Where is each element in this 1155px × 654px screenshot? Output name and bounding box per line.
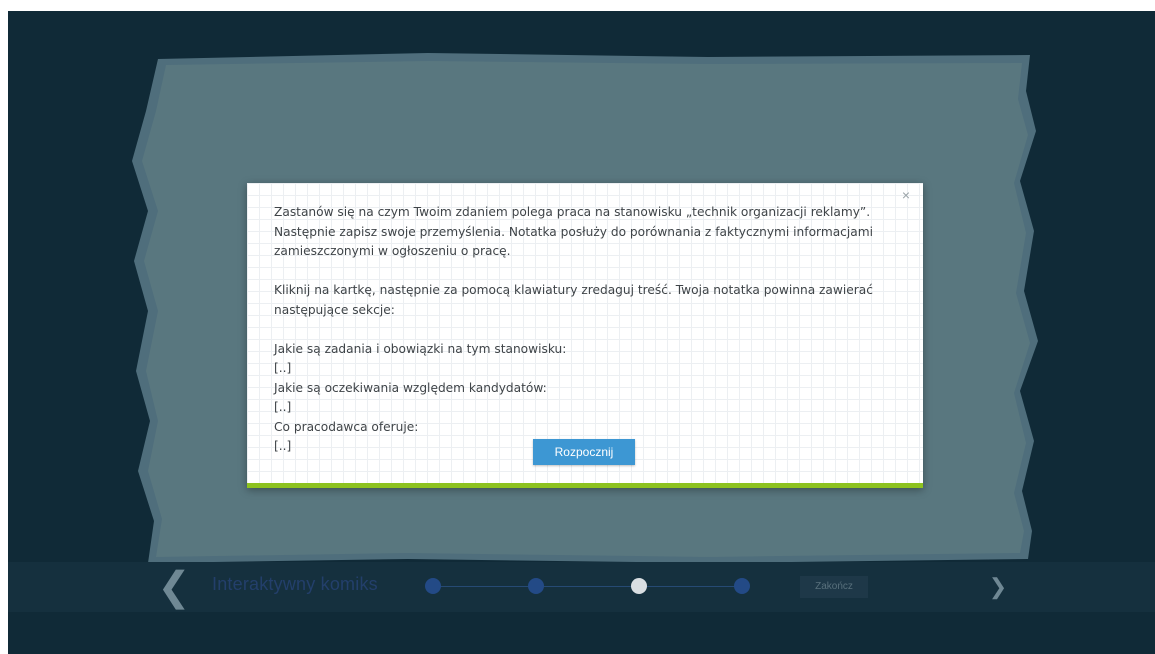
comic-title: Interaktywny komiks <box>212 574 378 594</box>
start-button[interactable]: Rozpocznij <box>533 439 635 465</box>
instruction-modal: × Zastanów się na czym Twoim zdaniem pol… <box>247 183 923 488</box>
bottom-navigation-bar: ❮ Interaktywny komiks Zakończ ❯ <box>8 562 1155 612</box>
close-icon[interactable]: × <box>899 187 913 203</box>
instruction-line: Kliknij na kartkę, następnie za pomocą k… <box>274 283 873 297</box>
section-placeholder: [..] <box>274 400 292 414</box>
progress-step-4[interactable] <box>734 578 750 594</box>
intro-line: Następnie zapisz swoje przemyślenia. Not… <box>274 224 873 239</box>
chevron-left-icon[interactable]: ❮ <box>156 567 192 607</box>
section-placeholder: [..] <box>274 361 292 375</box>
progress-step-1[interactable] <box>425 578 441 594</box>
section-label: Co pracodawca oferuje: <box>274 419 419 434</box>
intro-line: zamieszczonymi w ogłoszeniu o pracę. <box>274 244 511 258</box>
section-label: Jakie są oczekiwania względem kandydatów… <box>274 380 547 395</box>
progress-step-3-current[interactable] <box>631 578 647 594</box>
section-label: Jakie są zadania i obowiązki na tym stan… <box>274 341 567 356</box>
modal-content: Zastanów się na czym Twoim zdaniem poleg… <box>274 203 894 457</box>
intro-line: Zastanów się na czym Twoim zdaniem poleg… <box>274 205 871 219</box>
finish-button[interactable]: Zakończ <box>800 576 868 598</box>
instruction-line: następujące sekcje: <box>274 302 395 317</box>
progress-track <box>433 586 748 587</box>
chevron-right-icon[interactable]: ❯ <box>986 574 1010 600</box>
progress-step-2[interactable] <box>528 578 544 594</box>
